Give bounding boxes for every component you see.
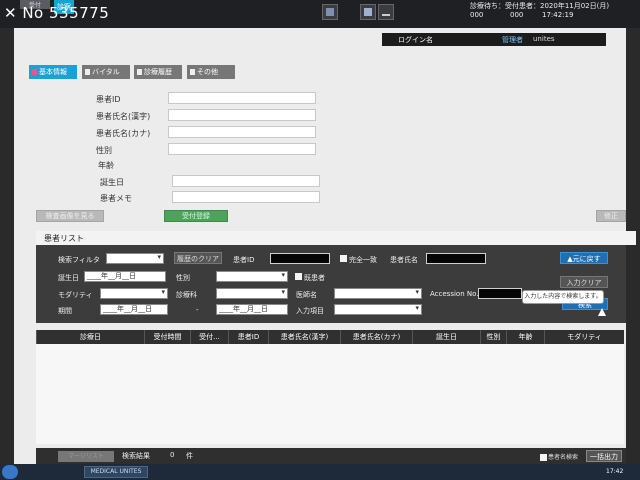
tool-icon-b[interactable]	[360, 4, 376, 20]
label-patient-id: 患者ID	[96, 95, 121, 104]
status-time: 17:42:19	[542, 11, 574, 19]
col-reception[interactable]: 受付...	[190, 330, 228, 344]
label-age: 年齢	[98, 161, 114, 170]
filter-select[interactable]	[106, 253, 164, 264]
status-block: 診療待ち：受付患者：2020年11月02日(月) 000 000 17:42:1…	[470, 0, 630, 24]
taskbar-app[interactable]: MEDICAL UNITES	[84, 466, 148, 478]
search-tooltip: 入力した内容で検索します。	[522, 290, 604, 304]
back-button[interactable]: ▲元に戻す	[560, 252, 608, 264]
login-id: unites	[533, 35, 555, 43]
period-separator: -	[196, 306, 199, 314]
dept-filter-select[interactable]	[216, 288, 288, 299]
status-count-b: 000	[510, 11, 524, 19]
start-orb-icon[interactable]	[2, 465, 18, 479]
login-user: 管理者	[502, 36, 523, 44]
accession-input[interactable]	[478, 288, 522, 299]
patient-id-filter-input[interactable]	[270, 253, 330, 264]
patient-name-filter-input[interactable]	[426, 253, 486, 264]
doctor-filter-select[interactable]	[334, 288, 422, 299]
tab-history[interactable]: 診療履歴	[134, 65, 182, 79]
accession-label: Accession No.	[430, 290, 479, 298]
merge-list-button[interactable]: マージリスト	[58, 451, 114, 462]
col-patient-id[interactable]: 患者ID	[228, 330, 268, 344]
label-memo: 患者メモ	[100, 194, 132, 203]
status-line1: 診療待ち：受付患者：2020年11月02日(月)	[470, 2, 610, 10]
label-gender: 性別	[96, 146, 112, 155]
dept-filter-label: 診療科	[176, 291, 197, 299]
patient-list-header	[36, 231, 636, 245]
col-reception-time[interactable]: 受付時間	[144, 330, 190, 344]
input-clear-button[interactable]: 入力クリア	[560, 276, 608, 288]
modality-filter-select[interactable]	[100, 288, 168, 299]
patient-name-filter-label: 患者氏名	[390, 256, 418, 264]
col-gender[interactable]: 性別	[480, 330, 506, 344]
exam-patient-label: 既患者	[304, 274, 325, 282]
col-name-kanji[interactable]: 患者氏名(漢字)	[268, 330, 340, 344]
mouse-cursor-icon	[598, 308, 606, 316]
modality-filter-label: モダリティ	[58, 291, 93, 299]
chart-icon[interactable]	[378, 4, 394, 20]
export-button[interactable]: 一括出力	[586, 450, 622, 462]
label-birthdate: 誕生日	[100, 178, 124, 187]
watermark-text: ✕ No 535775	[4, 4, 110, 22]
name-kanji-field[interactable]	[168, 109, 316, 121]
edit-button[interactable]: 修正	[596, 210, 626, 222]
exam-patient-checkbox[interactable]	[295, 273, 302, 280]
input-item-label: 入力項目	[296, 307, 324, 315]
table-body	[36, 344, 624, 444]
status-count-a: 000	[470, 11, 484, 19]
taskbar-clock: 17:42	[606, 468, 624, 475]
col-name-kana[interactable]: 患者氏名(カナ)	[340, 330, 412, 344]
tab-basic-info[interactable]: 基本情報	[29, 65, 77, 79]
period-start-input[interactable]: ____年__月__日	[100, 304, 168, 315]
birthdate-field[interactable]	[172, 175, 320, 187]
result-count: 0	[170, 451, 175, 459]
col-birthdate[interactable]: 誕生日	[412, 330, 480, 344]
period-label: 期間	[58, 307, 72, 315]
gender-filter-select[interactable]	[216, 271, 288, 282]
register-reception-button[interactable]: 受付登録	[164, 210, 228, 222]
result-unit: 件	[186, 452, 193, 460]
gender-field[interactable]	[168, 143, 316, 155]
clear-history-button[interactable]: 履歴のクリア	[174, 252, 222, 264]
doctor-filter-label: 医師名	[296, 291, 317, 299]
birthdate-filter-label: 誕生日	[58, 274, 79, 282]
tool-icon-a[interactable]	[322, 4, 338, 20]
name-kana-field[interactable]	[168, 126, 316, 138]
login-label: ログイン名	[398, 36, 433, 44]
gender-filter-label: 性別	[176, 274, 190, 282]
name-search-label: 患者名検索	[548, 454, 579, 461]
col-exam-date[interactable]: 診療日	[36, 330, 144, 344]
birthdate-filter-input[interactable]: ____年__月__日	[84, 271, 166, 282]
label-name-kanji: 患者氏名(漢字)	[96, 112, 151, 121]
col-modality[interactable]: モダリティ	[544, 330, 624, 344]
patient-id-filter-label: 患者ID	[233, 256, 255, 264]
exact-match-label: 完全一致	[349, 256, 377, 264]
period-end-input[interactable]: ____年__月__日	[216, 304, 288, 315]
tab-vital[interactable]: バイタル	[82, 65, 130, 79]
label-name-kana: 患者氏名(カナ)	[96, 129, 151, 138]
patient-list-title: 患者リスト	[44, 234, 84, 243]
col-age[interactable]: 年齢	[506, 330, 544, 344]
view-images-button[interactable]: 検査画像を見る	[36, 210, 104, 222]
tab-other[interactable]: その他	[187, 65, 235, 79]
name-search-checkbox[interactable]	[540, 454, 547, 461]
input-item-select[interactable]	[334, 304, 422, 315]
memo-field[interactable]	[172, 191, 320, 203]
patient-id-field[interactable]	[168, 92, 316, 104]
exact-match-checkbox[interactable]	[340, 255, 347, 262]
filter-label: 検索フィルタ	[58, 256, 100, 264]
result-label: 検索結果	[122, 452, 150, 460]
